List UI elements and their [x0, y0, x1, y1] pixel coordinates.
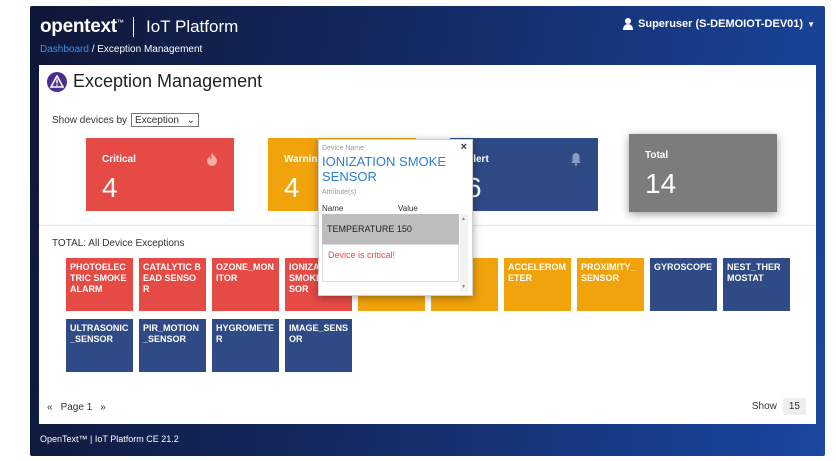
pagination: « Page 1 »	[47, 402, 106, 413]
name-column-header: Name	[322, 204, 344, 213]
user-menu[interactable]: Superuser (S-DEMOIOT-DEV01) ▼	[622, 18, 815, 30]
device-tile[interactable]: OZONE_MONITOR	[212, 258, 279, 311]
device-tile[interactable]: ACCELEROMETER	[504, 258, 571, 311]
total-card[interactable]: Total 14	[629, 134, 777, 212]
device-name-label: Device Name	[322, 145, 365, 152]
critical-count: 4	[102, 172, 118, 203]
page-size: Show 15	[752, 398, 806, 415]
close-icon[interactable]: ×	[461, 141, 467, 153]
device-tile[interactable]: PHOTOELECTRIC SMOKE ALARM	[66, 258, 133, 311]
attributes-label: Attribute(s)	[322, 189, 357, 196]
device-tile[interactable]: NEST_THERMOSTAT	[723, 258, 790, 311]
chevron-down-icon: ⌄	[186, 114, 196, 126]
device-tile[interactable]: HYGROMETER	[212, 319, 279, 372]
page-indicator: Page 1	[60, 402, 93, 413]
page-size-select[interactable]: 15	[782, 398, 806, 415]
next-page-button[interactable]: »	[100, 402, 106, 413]
warning-triangle-icon	[47, 71, 67, 92]
show-by-select[interactable]: Exception ⌄	[131, 113, 200, 127]
page-title: Exception Management	[73, 71, 263, 91]
device-tile[interactable]: IMAGE_SENSOR	[285, 319, 352, 372]
show-devices-by: Show devices by Exception ⌄	[52, 113, 200, 127]
warning-count: 4	[284, 172, 300, 203]
device-name: IONIZATION SMOKE SENSOR	[322, 154, 446, 184]
prev-page-button[interactable]: «	[47, 402, 53, 413]
device-tile[interactable]: PROXIMITY_SENSOR	[577, 258, 644, 311]
breadcrumb-current: Exception Management	[97, 44, 203, 55]
user-icon	[622, 18, 634, 30]
brand-divider	[133, 17, 134, 37]
device-tile[interactable]: CATALYTIC BEAD SENSOR	[139, 258, 206, 311]
flame-icon	[206, 152, 218, 171]
breadcrumb: Dashboard / Exception Management	[40, 44, 202, 55]
footer: OpenText™ | IoT Platform CE 21.2	[40, 434, 179, 444]
brand-text: opentext	[40, 16, 117, 37]
show-by-label: Show devices by	[52, 114, 128, 126]
device-tile[interactable]: PIR_MOTION_SENSOR	[139, 319, 206, 372]
device-tile[interactable]: GYROSCOPE	[650, 258, 717, 311]
show-by-value: Exception	[135, 114, 179, 126]
opentext-logo: opentext™	[40, 16, 124, 38]
user-name: Superuser (S-DEMOIOT-DEV01)	[638, 18, 804, 30]
attribute-row: TEMPERATURE 150	[322, 214, 459, 244]
critical-message: Device is critical!	[322, 244, 459, 282]
breadcrumb-dashboard-link[interactable]: Dashboard	[40, 44, 89, 55]
critical-card[interactable]: Critical 4	[86, 138, 234, 211]
bell-icon	[570, 152, 582, 171]
product-name: IoT Platform	[146, 17, 239, 36]
value-column-header: Value	[398, 204, 418, 213]
device-detail-popup: × Device Name IONIZATION SMOKE SENSOR At…	[318, 139, 473, 296]
device-tile[interactable]: ULTRASONIC_SENSOR	[66, 319, 133, 372]
popup-scrollbar[interactable]: ▲ ▼	[460, 214, 468, 292]
scroll-up-icon[interactable]: ▲	[461, 216, 466, 222]
page-size-label: Show	[751, 401, 777, 412]
total-label: Total	[645, 150, 669, 161]
page-title-row: Exception Management	[47, 71, 262, 92]
total-count: 14	[645, 168, 677, 199]
brand-tm: ™	[116, 19, 124, 27]
scroll-down-icon[interactable]: ▼	[461, 284, 466, 290]
exceptions-list-title: TOTAL: All Device Exceptions	[52, 238, 185, 249]
breadcrumb-separator: /	[88, 44, 98, 55]
caret-down-icon: ▼	[807, 19, 815, 29]
critical-label: Critical	[102, 154, 136, 165]
